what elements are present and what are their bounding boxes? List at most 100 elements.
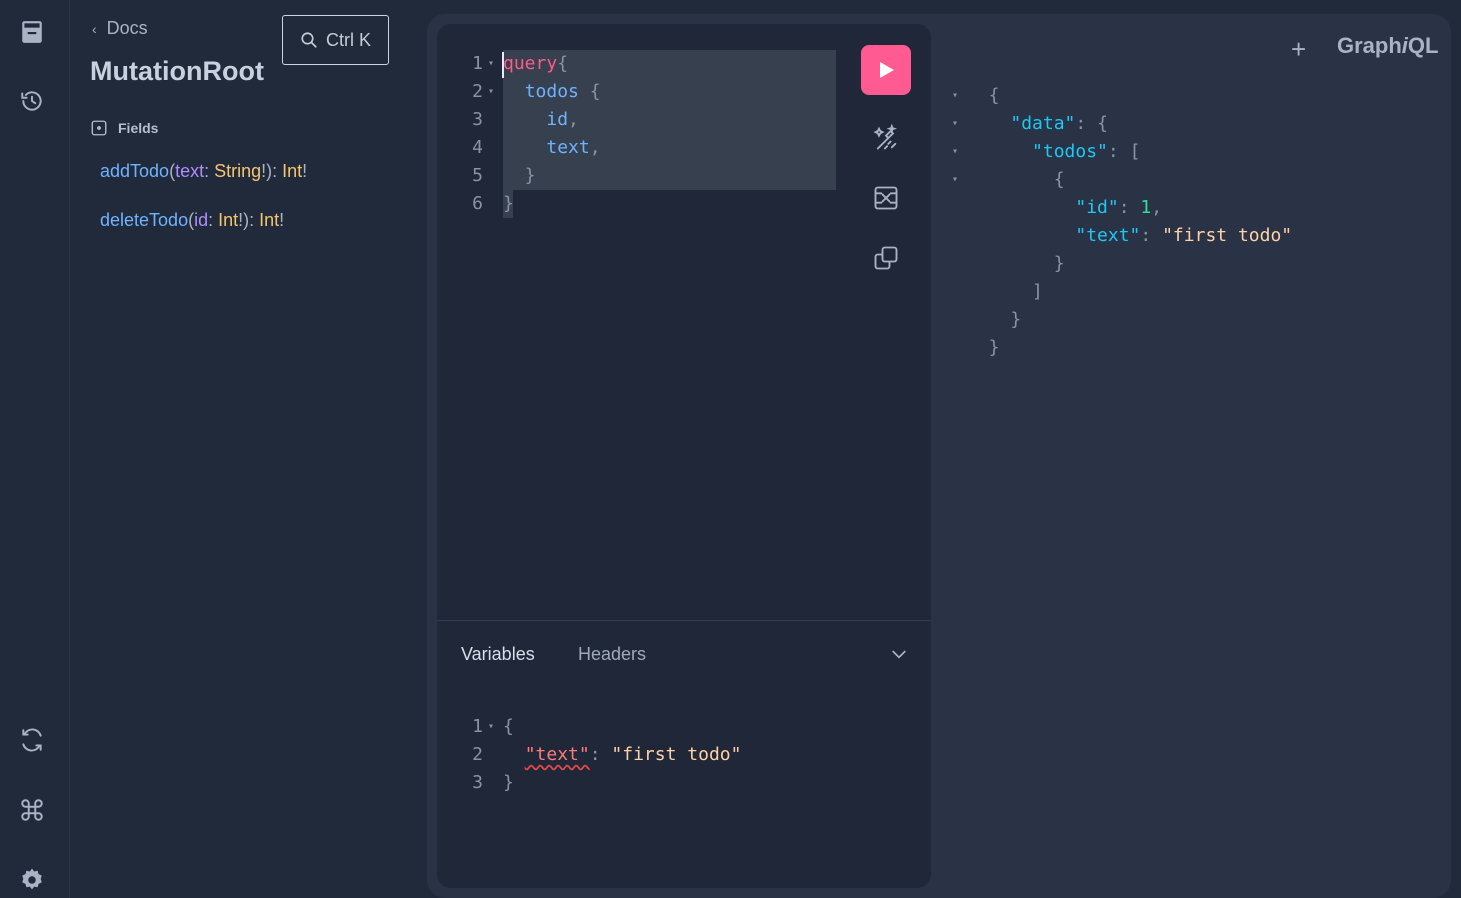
field-close: ): xyxy=(266,161,283,181)
code-token: "text" xyxy=(524,744,590,765)
code-token: "todos" xyxy=(1032,141,1108,162)
field-colon: : xyxy=(204,161,215,181)
field-bang: ! xyxy=(302,161,308,181)
field-arg[interactable]: text xyxy=(175,161,204,181)
line-number: 5 xyxy=(472,165,483,186)
code-token: : xyxy=(1118,197,1141,218)
variables-editor[interactable]: 1 ▾ {2 "text": "first todo" 3} xyxy=(437,713,931,813)
merge-icon xyxy=(874,186,898,210)
response-viewer[interactable]: ▾ {▾ "data": {▾ "todos": [▾ { "id": 1, "… xyxy=(947,80,1447,480)
code-token: "first todo" xyxy=(611,744,742,765)
code-token: : [ xyxy=(1107,141,1141,162)
fold-arrow-icon[interactable]: ▾ xyxy=(952,166,958,194)
line-number: 2 xyxy=(472,81,483,102)
code-token: , xyxy=(568,109,579,130)
code-text: } xyxy=(503,769,514,797)
fold-arrow-icon[interactable]: ▾ xyxy=(488,78,494,106)
field-return-type[interactable]: Int xyxy=(259,210,279,230)
tab-variables[interactable]: Variables xyxy=(461,644,535,665)
fold-arrow-icon[interactable]: ▾ xyxy=(488,50,494,78)
code-token: text xyxy=(546,137,590,158)
docs-panel: ‹ Docs MutationRoot Ctrl K Fields addTod… xyxy=(70,0,420,898)
code-text: } xyxy=(503,190,514,218)
chevron-down-icon[interactable] xyxy=(889,644,909,664)
code-text: "text": "first todo" xyxy=(503,741,742,769)
line-number: 3 xyxy=(472,772,483,793)
code-text: query{ xyxy=(503,50,568,78)
code-token: } xyxy=(503,193,514,214)
field-delete-todo[interactable]: deleteTodo(id: Int!): Int! xyxy=(100,210,284,231)
field-name[interactable]: deleteTodo xyxy=(100,210,188,230)
line-number: 4 xyxy=(472,137,483,158)
code-token: 1 xyxy=(1140,197,1152,218)
code-token: query xyxy=(503,53,558,74)
page-title: MutationRoot xyxy=(90,56,264,86)
editor-divider xyxy=(437,620,931,621)
docs-icon[interactable] xyxy=(14,14,50,50)
field-close: ): xyxy=(243,210,260,230)
line-number: 1 xyxy=(472,53,483,74)
code-text: { xyxy=(967,82,1000,110)
code-token: : xyxy=(1140,225,1163,246)
settings-icon[interactable] xyxy=(14,862,50,898)
shortcuts-icon[interactable] xyxy=(14,792,50,828)
code-text: "text": "first todo" xyxy=(967,222,1292,250)
field-name[interactable]: addTodo xyxy=(100,161,169,181)
code-token: { xyxy=(967,85,1000,106)
field-arg-type[interactable]: String xyxy=(214,161,261,181)
code-text: "id": 1, xyxy=(967,194,1162,222)
code-token: "first todo" xyxy=(1162,225,1293,246)
refetch-schema-icon[interactable] xyxy=(14,722,50,758)
code-token: id xyxy=(546,109,569,130)
code-text: "data": { xyxy=(967,110,1108,138)
code-token: : { xyxy=(1075,113,1108,134)
line-number: 3 xyxy=(472,109,483,130)
code-token: , xyxy=(589,137,601,158)
line-number: 1 xyxy=(472,716,483,737)
tab-headers[interactable]: Headers xyxy=(578,644,646,665)
search-button[interactable]: Ctrl K xyxy=(282,15,389,65)
code-token: } xyxy=(967,253,1065,274)
search-icon xyxy=(301,32,317,48)
field-colon: : xyxy=(208,210,219,230)
logo-text: Graph xyxy=(1337,33,1402,58)
code-token: } xyxy=(503,772,514,793)
fold-arrow-icon[interactable]: ▾ xyxy=(488,713,494,741)
code-text: id, xyxy=(503,106,579,134)
query-editor[interactable]: 1 ▾ query{2 ▾ todos {3 id, 4 text, 5 } 6} xyxy=(437,24,931,620)
fold-arrow-icon[interactable]: ▾ xyxy=(952,110,958,138)
code-token: { xyxy=(503,716,514,737)
text-cursor xyxy=(502,52,504,78)
code-token: } xyxy=(967,337,1000,358)
fold-arrow-icon[interactable]: ▾ xyxy=(952,82,958,110)
docs-back-link[interactable]: ‹ Docs xyxy=(92,18,148,39)
line-number: 6 xyxy=(472,193,483,214)
search-shortcut: Ctrl K xyxy=(326,29,371,50)
code-token: todos xyxy=(524,81,579,102)
code-token: } xyxy=(967,309,1022,330)
field-bang: ! xyxy=(279,210,285,230)
editor-card: 1 ▾ query{2 ▾ todos {3 id, 4 text, 5 } 6} Vari… xyxy=(437,24,931,888)
field-add-todo[interactable]: addTodo(text: String!): Int! xyxy=(100,161,307,182)
play-icon xyxy=(880,62,894,78)
field-return-type[interactable]: Int xyxy=(282,161,302,181)
code-token: : xyxy=(589,744,612,765)
code-text: } xyxy=(503,162,536,190)
field-arg-type[interactable]: Int xyxy=(218,210,238,230)
field-arg[interactable]: id xyxy=(194,210,208,230)
copy-button[interactable] xyxy=(869,241,903,275)
field-icon xyxy=(91,120,107,136)
history-icon[interactable] xyxy=(14,83,50,119)
code-text: text, xyxy=(503,134,601,162)
run-button[interactable] xyxy=(861,45,911,95)
prettify-button[interactable] xyxy=(869,121,903,155)
code-text: "todos": [ xyxy=(967,138,1140,166)
graphiql-logo: GraphiQL xyxy=(1337,33,1438,59)
merge-fragments-button[interactable] xyxy=(869,181,903,215)
fold-arrow-icon[interactable]: ▾ xyxy=(952,138,958,166)
add-tab-button[interactable]: + xyxy=(1291,34,1306,65)
